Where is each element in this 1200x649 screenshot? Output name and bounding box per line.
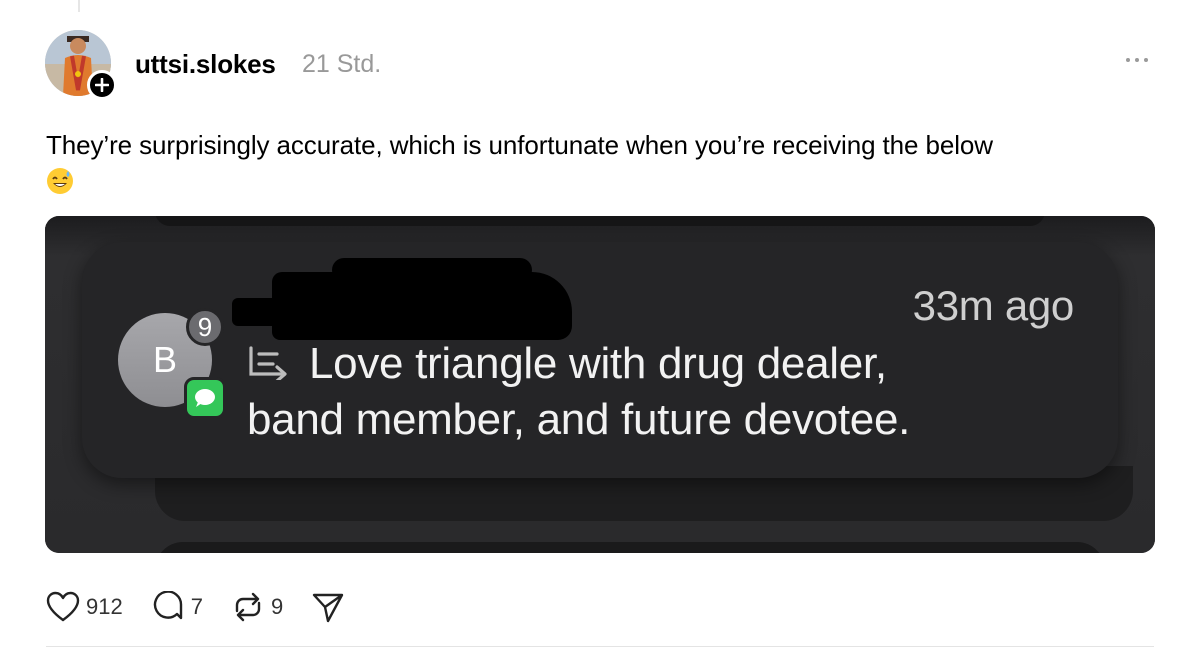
contact-initial: B bbox=[152, 339, 177, 380]
comment-icon bbox=[153, 591, 182, 620]
repost-button[interactable]: 9 bbox=[231, 591, 283, 623]
reply-button[interactable]: 7 bbox=[151, 591, 203, 623]
messages-icon bbox=[184, 377, 226, 419]
repost-count: 9 bbox=[270, 594, 284, 619]
notification-time: 33m ago bbox=[912, 282, 1075, 329]
message-line-1: Love triangle with drug dealer, bbox=[309, 339, 887, 388]
reply-icon bbox=[249, 346, 287, 381]
post: uttsi.slokes 21 Std. They’re surprisingl… bbox=[0, 0, 1200, 649]
unread-count-badge: 9 bbox=[186, 308, 224, 346]
reply-count: 7 bbox=[190, 594, 203, 619]
like-count: 912 bbox=[86, 594, 123, 619]
post-body: They’re surprisingly accurate, which is … bbox=[46, 127, 1156, 204]
send-icon bbox=[313, 593, 344, 623]
share-button[interactable] bbox=[311, 591, 351, 623]
author-username[interactable]: uttsi.slokes bbox=[135, 49, 276, 80]
sweat-smile-emoji bbox=[46, 167, 1156, 204]
more-icon bbox=[1126, 58, 1130, 62]
follow-button[interactable] bbox=[87, 70, 117, 100]
plus-icon bbox=[95, 78, 109, 92]
like-button[interactable]: 912 bbox=[46, 591, 123, 623]
stacked-notification-next bbox=[155, 542, 1105, 553]
redacted-sender-name bbox=[232, 258, 572, 340]
repost-icon bbox=[235, 592, 261, 622]
heart-icon bbox=[46, 591, 80, 622]
post-divider bbox=[46, 646, 1154, 647]
notification-message: Love triangle with drug dealer, band mem… bbox=[247, 336, 1027, 448]
more-options-button[interactable] bbox=[1122, 54, 1152, 66]
notification-card: 33m ago B 9 Love triangle with drug deal… bbox=[82, 242, 1118, 478]
message-line-2: band member, and future devotee. bbox=[247, 395, 911, 444]
stacked-notification-above bbox=[155, 216, 1045, 226]
author-avatar[interactable] bbox=[45, 30, 117, 100]
post-image[interactable]: 33m ago B 9 Love triangle with drug deal… bbox=[45, 216, 1155, 553]
post-timestamp[interactable]: 21 Std. bbox=[302, 50, 381, 79]
post-actions: 912 7 9 bbox=[46, 591, 379, 623]
post-text: They’re surprisingly accurate, which is … bbox=[46, 130, 993, 160]
